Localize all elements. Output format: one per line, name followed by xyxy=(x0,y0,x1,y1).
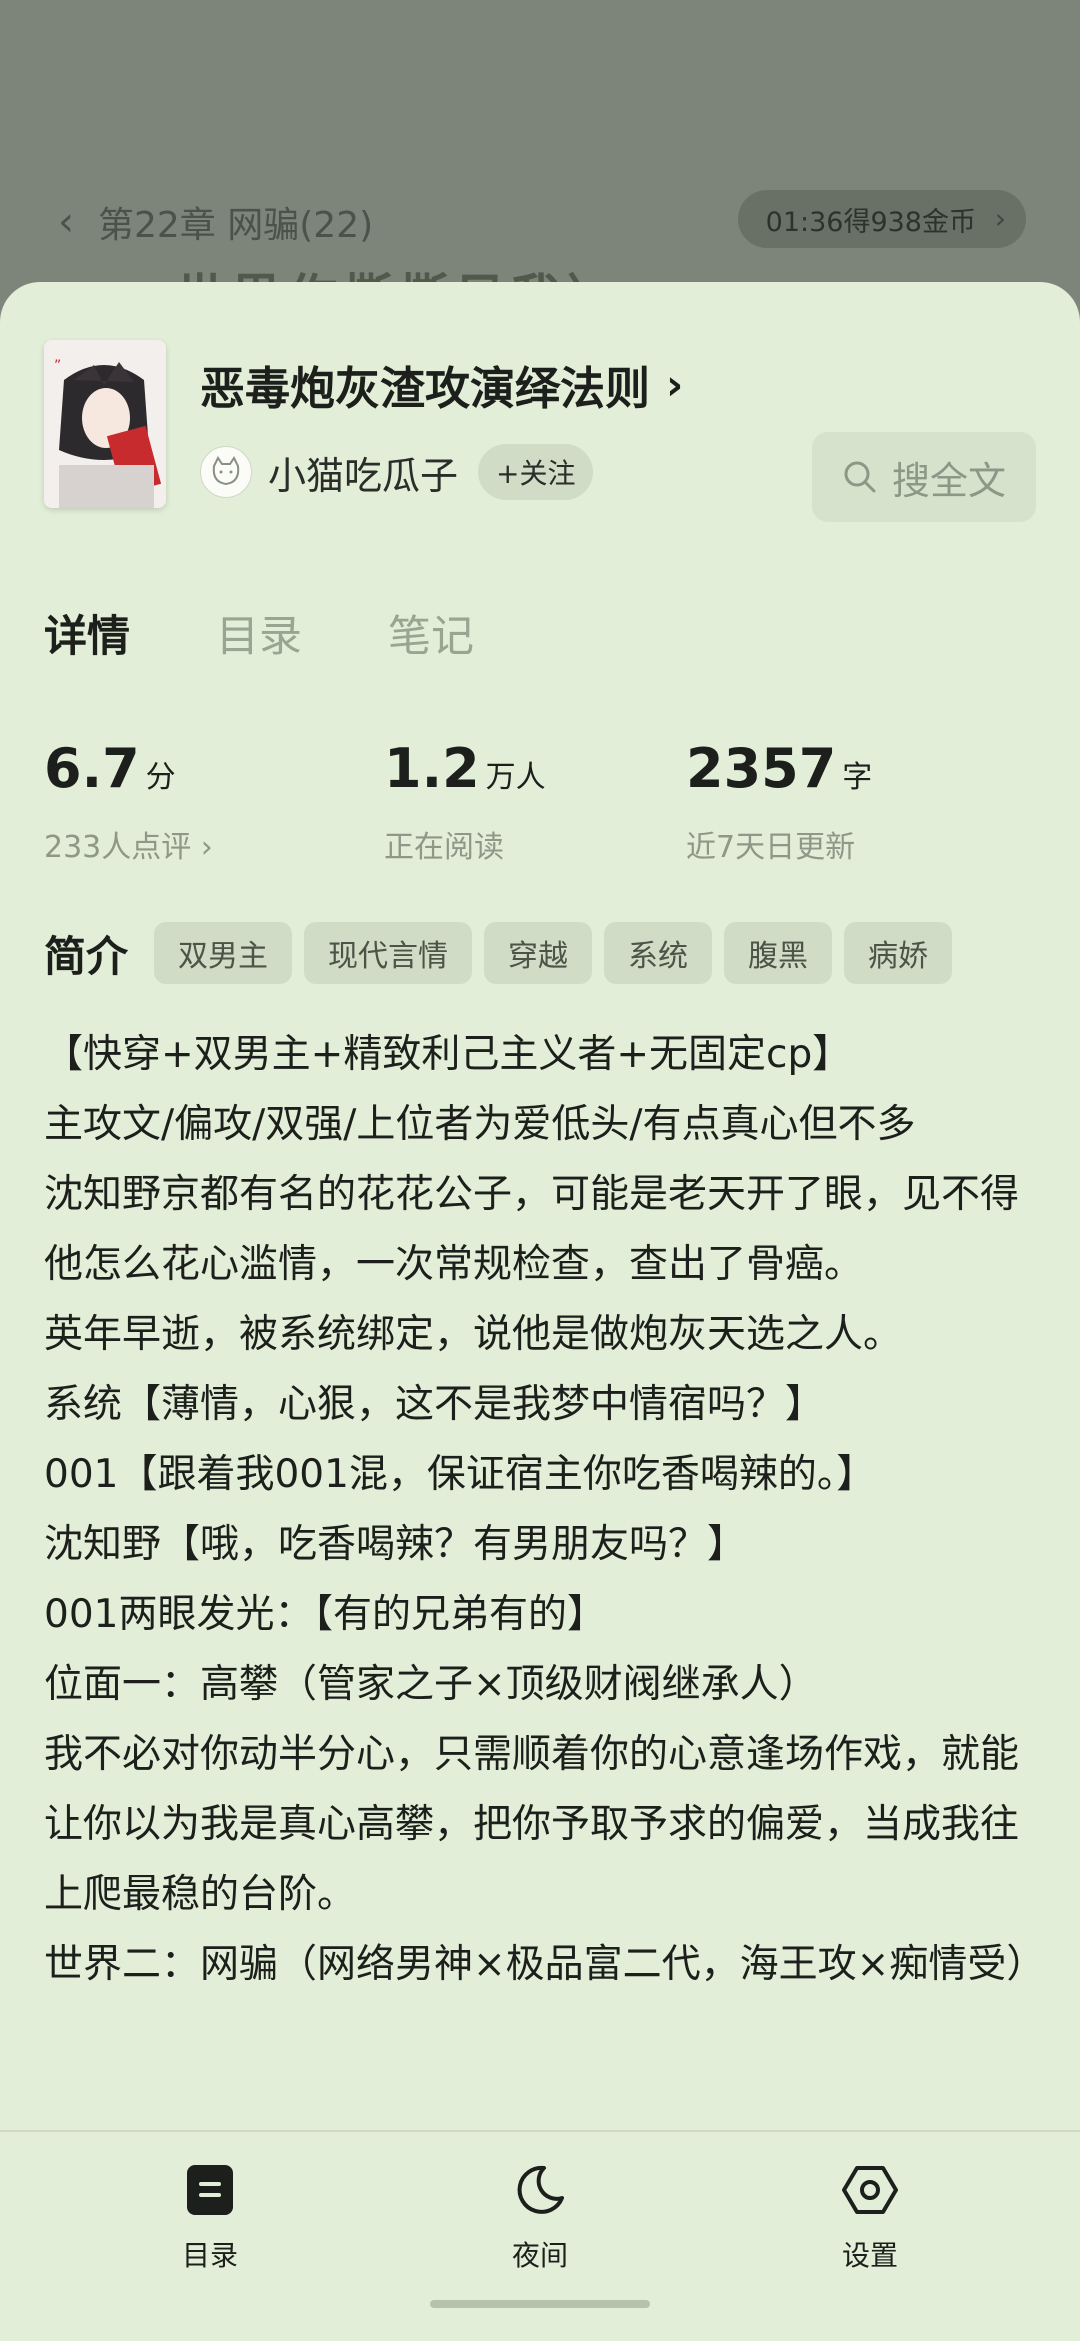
readers-value: 1.2 xyxy=(384,737,480,800)
tag-chip[interactable]: 双男主 xyxy=(154,922,293,984)
gear-icon xyxy=(842,2166,898,2214)
reader-background xyxy=(0,0,1080,300)
synopsis-paragraph: 位面一：高攀（管家之子×顶级财阀继承人） xyxy=(44,1662,818,1707)
tag-chip[interactable]: 系统 xyxy=(604,922,713,984)
detail-tabs: 详情 目录 笔记 xyxy=(44,602,560,664)
book-cover[interactable]: ” xyxy=(44,340,166,508)
stat-rating[interactable]: 6.7 分 233人点评 › xyxy=(44,737,213,866)
author-name[interactable]: 小猫吃瓜子 xyxy=(268,445,458,500)
readers-label: 正在阅读 xyxy=(384,830,504,865)
author-avatar[interactable] xyxy=(200,446,252,498)
stat-readers: 1.2 万人 正在阅读 xyxy=(384,737,546,866)
coin-reward-pill[interactable]: 01:36得938金币 › xyxy=(737,190,1026,248)
synopsis-paragraph: 【快穿+双男主+精致利己主义者+无固定cp】 xyxy=(44,1032,852,1077)
follow-button[interactable]: +关注 xyxy=(478,444,594,500)
settings-label: 设置 xyxy=(841,2239,898,2272)
chevron-left-icon[interactable]: ‹ xyxy=(58,199,74,245)
search-label: 搜全文 xyxy=(891,458,1006,503)
rating-count: 233人点评 › xyxy=(44,830,213,865)
rating-value: 6.7 xyxy=(44,737,140,800)
night-label: 夜间 xyxy=(511,2239,568,2272)
readers-unit: 万人 xyxy=(485,760,546,795)
tag-chip[interactable]: 病娇 xyxy=(844,922,953,984)
night-mode-button[interactable]: 夜间 xyxy=(470,2160,610,2274)
update-label: 近7天日更新 xyxy=(686,830,856,865)
synopsis-paragraph: 英年早逝，被系统绑定，说他是做炮灰天选之人。 xyxy=(44,1312,903,1357)
catalog-icon xyxy=(187,2165,233,2215)
synopsis-paragraph: 001【跟着我001混，保证宿主你吃香喝辣的。】 xyxy=(44,1452,876,1497)
svg-text:”: ” xyxy=(54,358,61,374)
words-unit: 字 xyxy=(842,760,873,795)
book-cover-art: ” xyxy=(44,340,166,508)
synopsis-paragraph: 沈知野【哦，吃香喝辣？有男朋友吗？】 xyxy=(44,1522,747,1567)
words-value: 2357 xyxy=(686,737,837,800)
search-icon xyxy=(844,461,876,493)
book-detail-sheet: ” 恶毒炮灰渣攻演绎法则 › 小猫吃瓜子 +关注 搜全文 详情 目录 笔记 6.… xyxy=(0,282,1080,2341)
catalog-button[interactable]: 目录 xyxy=(140,2160,280,2274)
tag-chip[interactable]: 穿越 xyxy=(484,922,593,984)
home-indicator[interactable] xyxy=(430,2300,650,2308)
tab-notes[interactable]: 笔记 xyxy=(388,602,474,664)
tag-chip[interactable]: 现代言情 xyxy=(304,922,473,984)
synopsis-text: 【快穿+双男主+精致利己主义者+无固定cp】 主攻文/偏攻/双强/上位者为爱低头… xyxy=(44,1020,1046,2000)
stat-words: 2357 字 近7天日更新 xyxy=(686,737,872,866)
synopsis-paragraph: 001两眼发光：【有的兄弟有的】 xyxy=(44,1592,606,1637)
tag-chip[interactable]: 腹黑 xyxy=(724,922,833,984)
tab-details[interactable]: 详情 xyxy=(44,602,130,664)
catalog-label: 目录 xyxy=(181,2239,238,2272)
chevron-right-icon: › xyxy=(994,202,1006,235)
intro-label: 简介 xyxy=(44,931,129,981)
synopsis-paragraph: 主攻文/偏攻/双强/上位者为爱低头/有点真心但不多 xyxy=(44,1102,916,1147)
bottom-toolbar: 目录 夜间 设置 xyxy=(0,2130,1080,2341)
moon-icon xyxy=(517,2165,564,2214)
tab-catalog[interactable]: 目录 xyxy=(216,602,302,664)
cat-avatar-icon xyxy=(212,456,240,486)
coin-reward-text: 01:36得938金币 xyxy=(765,206,976,238)
synopsis-paragraph: 沈知野京都有名的花花公子，可能是老天开了眼，见不得他怎么花心滥情，一次常规检查，… xyxy=(44,1172,1020,1287)
chapter-title: 第22章 网骗(22) xyxy=(98,205,374,246)
search-full-text-button[interactable]: 搜全文 xyxy=(812,432,1036,522)
synopsis-paragraph: 我不必对你动半分心，只需顺着你的心意逢场作戏，就能让你以为我是真心高攀，把你予取… xyxy=(44,1732,1020,1917)
settings-button[interactable]: 设置 xyxy=(800,2160,940,2274)
intro-tags-row: 简介 双男主 现代言情 穿越 系统 腹黑 病娇 xyxy=(44,922,964,984)
book-title-link[interactable]: 恶毒炮灰渣攻演绎法则 › xyxy=(200,352,683,417)
author-row: 小猫吃瓜子 +关注 xyxy=(200,444,594,500)
chapter-header[interactable]: ‹ 第22章 网骗(22) xyxy=(58,190,373,254)
chevron-right-icon: › xyxy=(666,360,684,409)
synopsis-paragraph: 世界二：网骗（网络男神×极品富二代，海王攻×痴情受） xyxy=(44,1942,1046,1987)
book-title: 恶毒炮灰渣攻演绎法则 xyxy=(200,362,651,415)
rating-unit: 分 xyxy=(145,760,176,795)
synopsis-paragraph: 系统【薄情，心狠，这不是我梦中情宿吗？】 xyxy=(44,1382,825,1427)
